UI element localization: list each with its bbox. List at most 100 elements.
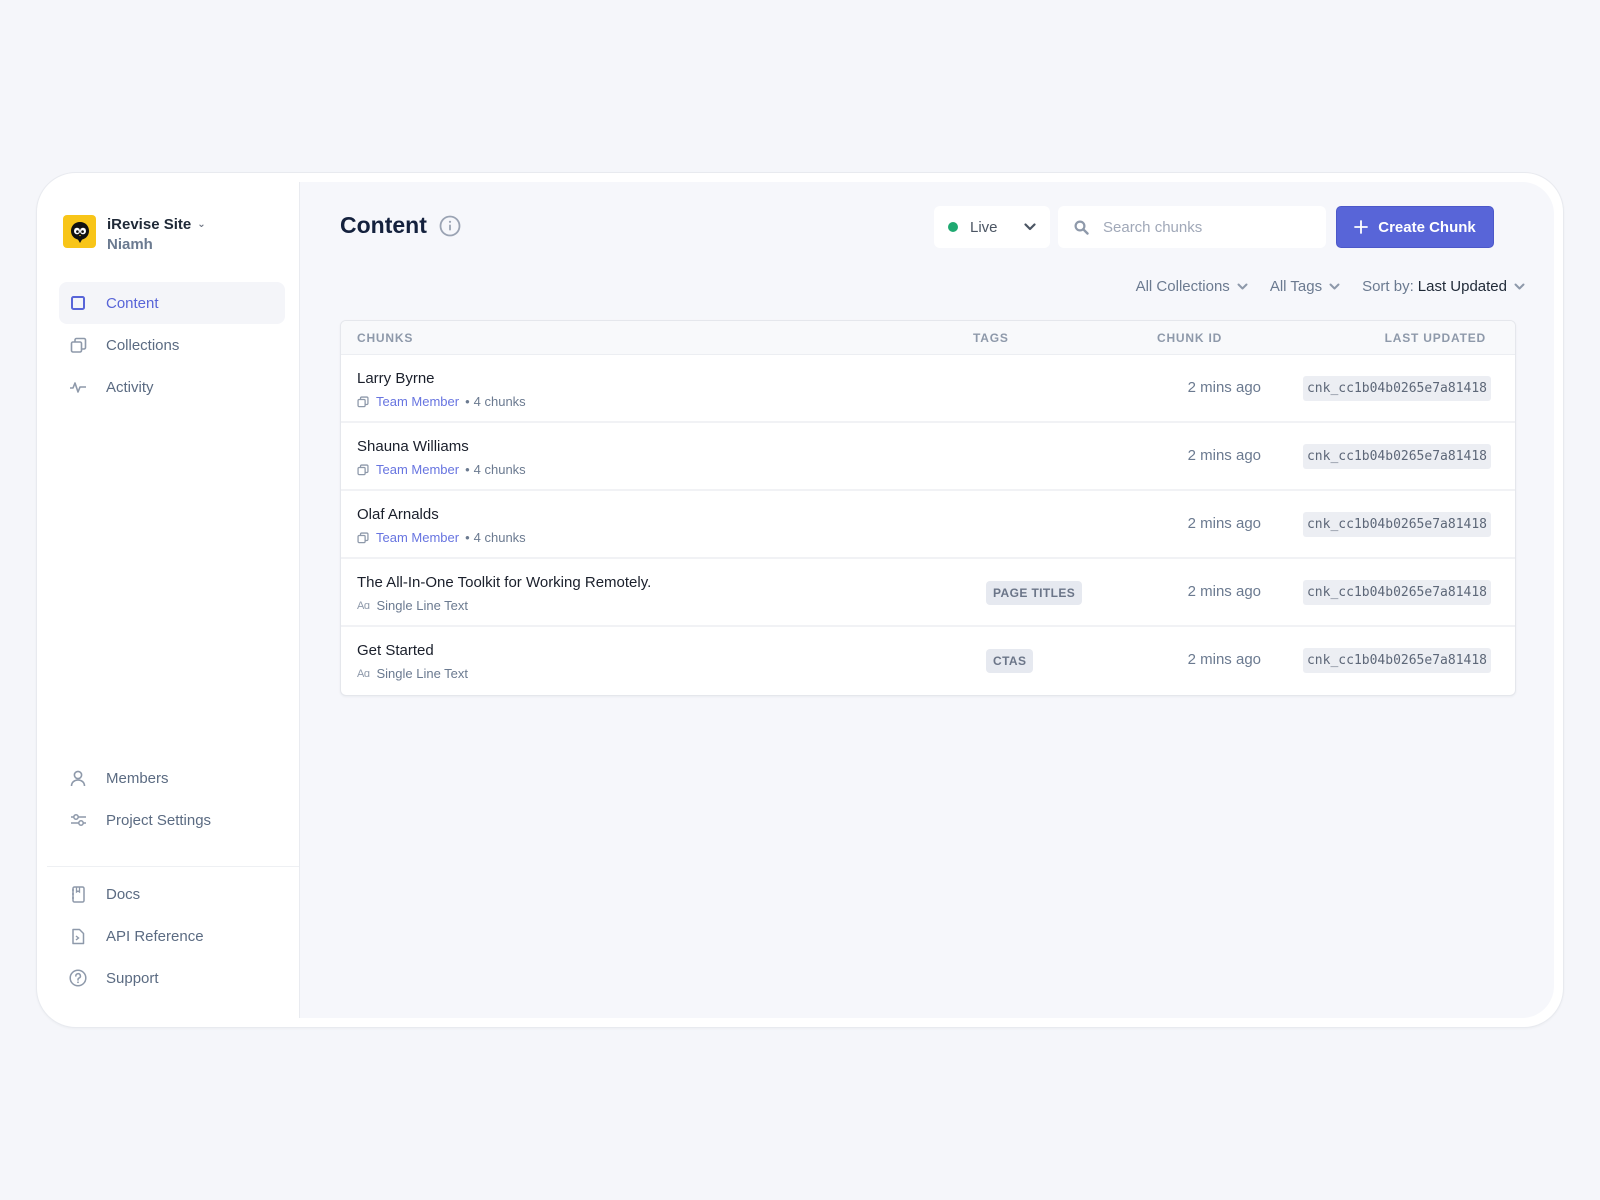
table-header: CHUNKS TAGS CHUNK ID LAST UPDATED [341, 321, 1515, 355]
sidebar-item-label: Content [106, 294, 159, 312]
sort-select[interactable]: Sort by: Last Updated [1362, 278, 1525, 295]
tags-filter-label: All Tags [1269, 278, 1323, 295]
last-updated: 2 mins ago [1187, 651, 1261, 668]
logo-icon [63, 215, 96, 248]
collections-icon [69, 336, 87, 354]
search-box[interactable] [1058, 206, 1326, 248]
chunk-meta: Team Member • 4 chunks [357, 394, 526, 409]
sidebar-item-api-reference[interactable]: API Reference [59, 915, 285, 957]
environment-select[interactable]: Live [934, 206, 1050, 248]
chunk-meta: Team Member • 4 chunks [357, 462, 526, 477]
chunk-title: Olaf Arnalds [357, 506, 439, 523]
column-header-tags[interactable]: TAGS [973, 331, 1009, 345]
column-header-last-updated[interactable]: LAST UPDATED [1385, 331, 1486, 345]
chunk-id[interactable]: cnk_cc1b04b0265e7a81418 [1302, 580, 1491, 605]
last-updated: 2 mins ago [1187, 447, 1261, 464]
separator-dot: • [465, 394, 470, 409]
book-icon [69, 885, 87, 903]
sidebar-item-project-settings[interactable]: Project Settings [59, 799, 285, 841]
sidebar-item-label: Collections [106, 336, 180, 354]
info-icon[interactable] [439, 215, 461, 237]
chevron-down-icon [1514, 283, 1525, 290]
sidebar-item-activity[interactable]: Activity [59, 366, 285, 408]
chunk-meta: Team Member • 4 chunks [357, 530, 526, 545]
chunk-count: 4 chunks [473, 462, 526, 477]
sidebar-item-support[interactable]: Support [59, 957, 285, 999]
status-dot [948, 222, 958, 232]
tag-badge[interactable]: PAGE TITLES [986, 581, 1083, 605]
column-header-chunks[interactable]: CHUNKS [357, 331, 413, 345]
app-window: iRevise Site ⌄ Niamh Content Collections … [36, 172, 1564, 1028]
chevron-down-icon [1237, 283, 1248, 290]
page-title: Content [340, 212, 461, 239]
chunk-meta: Aɑ Single Line Text [357, 666, 468, 681]
table-row[interactable]: Larry Byrne Team Member • 4 chunks 2 mins ag… [341, 355, 1515, 423]
secondary-nav: Members Project Settings [59, 757, 285, 841]
table-row[interactable]: Get Started Aɑ Single Line Text CTAS 2 mins … [341, 627, 1515, 695]
code-file-icon [69, 927, 87, 945]
separator-dot: • [465, 530, 470, 545]
chunk-count: 4 chunks [473, 530, 526, 545]
collections-filter-label: All Collections [1135, 278, 1230, 295]
sidebar-item-members[interactable]: Members [59, 757, 285, 799]
chunk-title: The All-In-One Toolkit for Working Remot… [357, 574, 652, 591]
question-icon [69, 969, 87, 987]
chevron-down-icon [1024, 223, 1036, 231]
tag-badge[interactable]: CTAS [986, 649, 1034, 673]
table-row[interactable]: The All-In-One Toolkit for Working Remot… [341, 559, 1515, 627]
search-input[interactable] [1103, 218, 1303, 236]
user-icon [69, 769, 87, 787]
field-type: Single Line Text [376, 598, 469, 613]
last-updated: 2 mins ago [1187, 515, 1261, 532]
chunk-title: Shauna Williams [357, 438, 469, 455]
sidebar: iRevise Site ⌄ Niamh Content Collections … [37, 173, 299, 1027]
collection-link[interactable]: Team Member [376, 530, 459, 545]
chunks-table: CHUNKS TAGS CHUNK ID LAST UPDATED Larry … [340, 320, 1516, 696]
chevron-down-icon: ⌄ [197, 219, 206, 230]
create-chunk-button[interactable]: Create Chunk [1336, 206, 1494, 248]
collection-link[interactable]: Team Member [376, 394, 459, 409]
chunk-meta: Aɑ Single Line Text [357, 598, 468, 613]
field-type: Single Line Text [376, 666, 469, 681]
column-header-chunk-id[interactable]: CHUNK ID [1157, 331, 1222, 345]
chunk-title: Larry Byrne [357, 370, 435, 387]
collections-filter[interactable]: All Collections [1136, 278, 1248, 295]
project-switcher[interactable]: iRevise Site ⌄ Niamh [63, 215, 206, 255]
search-icon [1074, 219, 1089, 235]
sidebar-item-content[interactable]: Content [59, 282, 285, 324]
chunk-title: Get Started [357, 642, 434, 659]
chevron-down-icon [1329, 283, 1340, 290]
sidebar-item-docs[interactable]: Docs [59, 873, 285, 915]
table-row[interactable]: Shauna Williams Team Member • 4 chunks 2 min… [341, 423, 1515, 491]
table-row[interactable]: Olaf Arnalds Team Member • 4 chunks 2 mins a… [341, 491, 1515, 559]
chunk-count: 4 chunks [473, 394, 526, 409]
plus-icon [1354, 220, 1369, 234]
sidebar-item-collections[interactable]: Collections [59, 324, 285, 366]
main-panel: Content Live Create Chunk All Collection… [299, 182, 1554, 1018]
help-nav: Docs API Reference Support [59, 873, 285, 999]
table-body: Larry Byrne Team Member • 4 chunks 2 mins ag… [341, 355, 1515, 695]
collection-icon [357, 531, 369, 544]
collection-icon [357, 463, 369, 476]
sidebar-item-label: API Reference [106, 927, 204, 945]
sidebar-item-label: Docs [106, 885, 141, 903]
sidebar-item-label: Support [106, 969, 159, 987]
chunk-id[interactable]: cnk_cc1b04b0265e7a81418 [1302, 376, 1491, 401]
tags-filter[interactable]: All Tags [1270, 278, 1340, 295]
last-updated: 2 mins ago [1187, 379, 1261, 396]
sort-value: Last Updated [1417, 278, 1507, 295]
filter-bar: All Collections All Tags Sort by: Last U… [1114, 278, 1525, 295]
square-icon [69, 294, 87, 312]
collection-link[interactable]: Team Member [376, 462, 459, 477]
environment-label: Live [970, 218, 998, 236]
sidebar-item-label: Activity [106, 378, 154, 396]
sidebar-divider [47, 866, 299, 867]
sidebar-item-label: Members [106, 769, 169, 787]
sidebar-item-label: Project Settings [106, 811, 212, 829]
chunk-id[interactable]: cnk_cc1b04b0265e7a81418 [1302, 444, 1491, 469]
separator-dot: • [465, 462, 470, 477]
create-chunk-label: Create Chunk [1378, 218, 1476, 236]
chunk-id[interactable]: cnk_cc1b04b0265e7a81418 [1302, 648, 1491, 673]
activity-icon [69, 378, 87, 396]
chunk-id[interactable]: cnk_cc1b04b0265e7a81418 [1302, 512, 1491, 537]
